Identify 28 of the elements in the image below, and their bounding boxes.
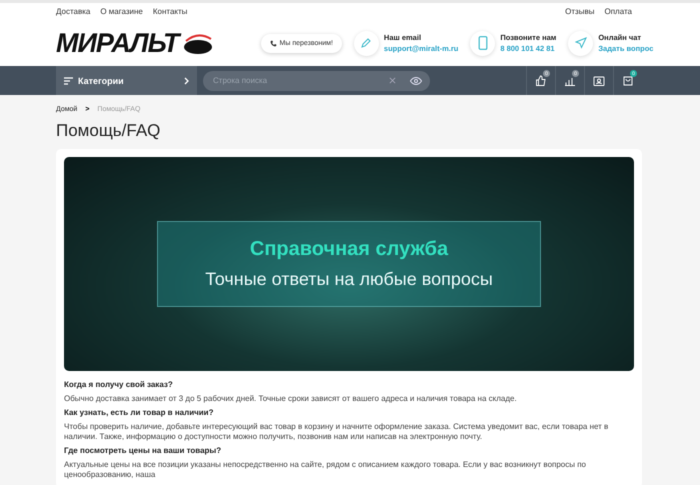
- smartphone-icon: [478, 36, 488, 50]
- id-card-icon: [593, 74, 605, 86]
- banner-title: Справочная служба: [250, 238, 448, 261]
- thumbs-up-icon: [535, 74, 547, 86]
- pencil-icon: [360, 37, 372, 49]
- phone-icon: [270, 40, 277, 46]
- faq-question: Когда я получу свой заказ?: [64, 380, 174, 390]
- faq-answer: Обычно доставка занимает от 3 до 5 рабочих дней. Точные сроки зависят от вашего адреса и наличия товара на складе.: [64, 394, 518, 404]
- faq-answer: Чтобы проверить наличие, добавьте интересующий вас товар в корзину и начните оформление заказа. Система уведомит вас, если товара нет в наличии. Также, информацию о доступности можно получить, позвонив нам или написав на электронную почту.: [64, 422, 610, 442]
- logo[interactable]: МИРАЛЬТ: [56, 28, 179, 58]
- faq-answer: Актуальные цены на все позиции указаны непосредственно на сайте, рядом с описанием каждого товара. Если у вас возникнут вопросы по ценообразованию, наша: [64, 460, 588, 480]
- paper-plane-icon: [574, 37, 587, 49]
- faq-question: Как узнать, есть ли товар в наличии?: [64, 408, 214, 418]
- top-link[interactable]: О магазине: [100, 7, 143, 16]
- categories-button[interactable]: Категории: [56, 66, 197, 95]
- top-link[interactable]: Оплата: [604, 7, 632, 16]
- shopping-bag-icon: [622, 74, 634, 86]
- top-link[interactable]: Отзывы: [565, 7, 594, 16]
- eye-icon[interactable]: [410, 76, 422, 84]
- close-icon[interactable]: [389, 77, 396, 84]
- chevron-right-icon: [184, 76, 189, 84]
- page-title: Помощь/FAQ: [56, 121, 162, 141]
- top-link[interactable]: Доставка: [56, 7, 90, 16]
- faq-question: Где посмотреть цены на ваши товары?: [64, 446, 222, 456]
- search-field[interactable]: Строка поиска: [203, 70, 430, 90]
- menu-icon: [64, 76, 73, 84]
- banner-subtitle: Точные ответы на любые вопросы: [205, 269, 493, 290]
- top-link[interactable]: Контакты: [152, 7, 188, 16]
